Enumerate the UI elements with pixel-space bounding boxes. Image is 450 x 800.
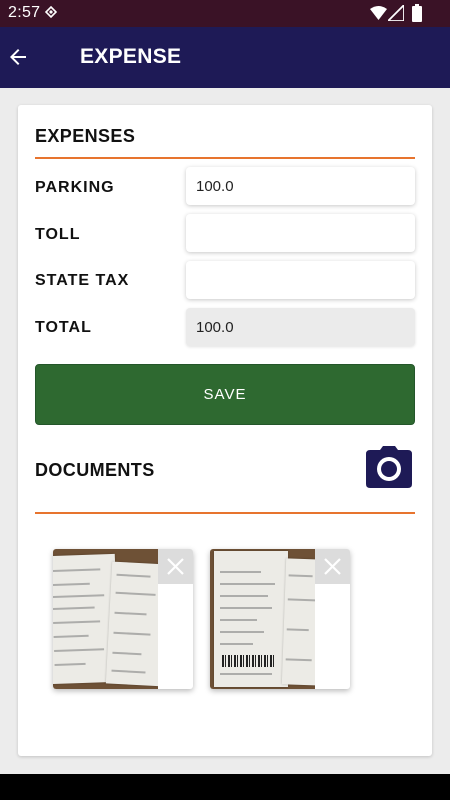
expenses-divider <box>35 157 415 159</box>
signal-icon <box>388 5 404 21</box>
toll-label: TOLL <box>35 226 81 243</box>
remove-document-button[interactable] <box>315 549 350 584</box>
state-tax-input[interactable] <box>186 261 415 299</box>
close-icon <box>167 558 184 575</box>
status-time: 2:57 <box>8 4 41 21</box>
camera-icon[interactable] <box>366 446 412 488</box>
documents-heading: DOCUMENTS <box>35 460 155 480</box>
document-thumbnail[interactable] <box>53 549 193 689</box>
remove-document-button[interactable] <box>158 549 193 584</box>
receipt-photo <box>53 549 158 689</box>
receipt-photo <box>210 549 315 689</box>
notification-icon <box>45 6 57 19</box>
total-label: TOTAL <box>35 319 92 336</box>
state-tax-label: STATE TAX <box>35 272 130 289</box>
page-title: EXPENSE <box>80 45 182 68</box>
app-bar: EXPENSE <box>0 27 450 88</box>
documents-divider <box>35 512 415 514</box>
back-arrow-icon[interactable] <box>6 45 30 69</box>
wifi-icon <box>370 6 387 20</box>
expenses-heading: EXPENSES <box>35 126 136 146</box>
battery-icon <box>412 4 422 22</box>
expense-card: EXPENSES PARKING 100.0 TOLL STATE TAX TO… <box>18 105 432 756</box>
status-bar: 2:57 <box>0 0 450 27</box>
document-thumbnail[interactable] <box>210 549 350 689</box>
parking-input[interactable]: 100.0 <box>186 167 415 205</box>
parking-label: PARKING <box>35 179 115 196</box>
total-field: 100.0 <box>186 308 415 346</box>
save-button[interactable]: SAVE <box>35 364 415 425</box>
close-icon <box>324 558 341 575</box>
toll-input[interactable] <box>186 214 415 252</box>
navigation-bar <box>0 774 450 800</box>
